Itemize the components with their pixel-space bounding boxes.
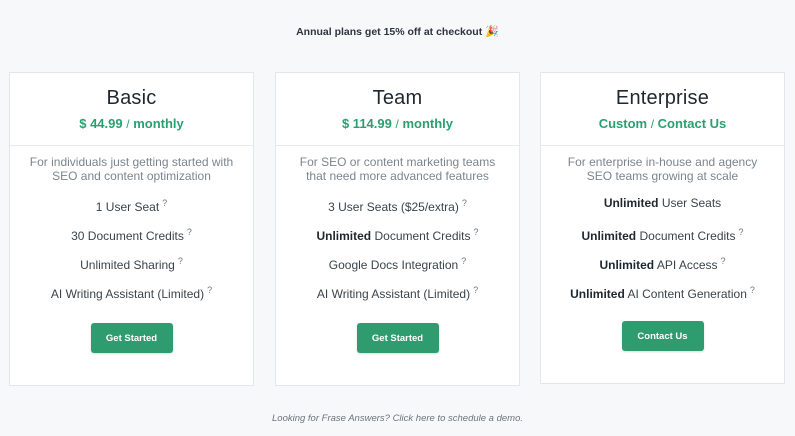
help-icon[interactable]: ?: [750, 285, 755, 295]
feature-item: Unlimited AI Content Generation?: [541, 280, 784, 309]
divider: [276, 145, 519, 146]
plan-price: Custom / Contact Us: [541, 116, 784, 131]
feature-list: 3 User Seats ($25/extra)? Unlimited Docu…: [276, 193, 519, 309]
feature-bold: Unlimited: [603, 196, 659, 210]
plan-description: For individuals just getting started wit…: [29, 155, 234, 183]
feature-item: 3 User Seats ($25/extra)?: [276, 193, 519, 222]
help-icon[interactable]: ?: [721, 256, 726, 266]
feature-bold: Unlimited: [316, 229, 372, 243]
feature-item: 30 Document Credits?: [10, 222, 253, 251]
divider: [10, 145, 253, 146]
plan-card-basic: Basic $ 44.99 / monthly For individuals …: [9, 72, 254, 386]
feature-text: 1 User Seat: [95, 200, 160, 214]
help-icon[interactable]: ?: [461, 256, 466, 266]
plan-name: Enterprise: [615, 87, 710, 109]
feature-text: API Access: [654, 258, 718, 272]
feature-text: 3 User Seats ($25/extra): [328, 200, 459, 214]
help-icon[interactable]: ?: [739, 227, 744, 237]
plan-name: Team: [372, 87, 423, 109]
feature-list: 1 User Seat? 30 Document Credits? Unlimi…: [10, 193, 253, 309]
feature-text: Google Docs Integration: [328, 258, 459, 272]
feature-item: AI Writing Assistant (Limited)?: [10, 280, 253, 309]
contact-us-button[interactable]: Contact Us: [621, 321, 704, 351]
divider: [541, 145, 784, 146]
help-icon[interactable]: ?: [178, 256, 183, 266]
price-period: monthly: [133, 116, 184, 131]
feature-item: Google Docs Integration?: [276, 251, 519, 280]
feature-text: Unlimited Sharing: [80, 258, 175, 272]
plan-card-team: Team $ 114.99 / monthly For SEO or conte…: [275, 72, 520, 386]
feature-text: User Seats: [658, 196, 722, 210]
feature-bold: Unlimited: [570, 287, 625, 301]
feature-item: Unlimited Document Credits?: [276, 222, 519, 251]
feature-item: 1 User Seat?: [10, 193, 253, 222]
feature-bold: Unlimited: [581, 229, 637, 243]
help-icon[interactable]: ?: [474, 227, 479, 237]
help-icon[interactable]: ?: [473, 285, 478, 295]
price-separator: /: [395, 117, 399, 131]
party-popper-icon: 🎉: [485, 26, 499, 38]
get-started-button[interactable]: Get Started: [90, 323, 173, 353]
feature-item: Unlimited Document Credits?: [541, 222, 784, 251]
plan-description: For SEO or content marketing teams that …: [299, 155, 496, 183]
price-period: Contact Us: [657, 116, 727, 131]
help-icon[interactable]: ?: [207, 285, 212, 295]
price-period: monthly: [402, 116, 454, 131]
feature-text: AI Writing Assistant (Limited): [316, 287, 471, 301]
feature-text: Document Credits: [371, 229, 471, 243]
help-icon[interactable]: ?: [462, 198, 467, 208]
price-amount: Custom: [598, 116, 648, 131]
get-started-button[interactable]: Get Started: [356, 323, 439, 353]
price-separator: /: [650, 117, 655, 131]
price-amount: $ 114.99: [341, 116, 392, 131]
feature-list: Unlimited User Seats Unlimited Document …: [541, 193, 784, 309]
plan-card-enterprise: Enterprise Custom / Contact Us For enter…: [540, 72, 785, 384]
plan-price: $ 44.99 / monthly: [10, 116, 253, 131]
plan-price: $ 114.99 / monthly: [276, 116, 519, 131]
price-separator: /: [126, 117, 130, 131]
help-icon[interactable]: ?: [162, 198, 167, 208]
feature-text: AI Content Generation: [624, 287, 747, 301]
schedule-demo-link[interactable]: Looking for Frase Answers? Click here to…: [0, 413, 795, 424]
annual-discount-banner: Annual plans get 15% off at checkout 🎉: [0, 25, 795, 38]
help-icon[interactable]: ?: [187, 227, 192, 237]
plan-name: Basic: [106, 87, 157, 109]
feature-bold: Unlimited: [599, 258, 655, 272]
feature-text: AI Writing Assistant (Limited): [50, 287, 205, 301]
price-amount: $ 44.99: [79, 116, 123, 131]
feature-item: AI Writing Assistant (Limited)?: [276, 280, 519, 309]
feature-item: Unlimited Sharing?: [10, 251, 253, 280]
plan-description: For enterprise in-house and agency SEO t…: [567, 155, 758, 183]
feature-text: 30 Document Credits: [71, 229, 184, 243]
feature-item: Unlimited User Seats: [541, 193, 784, 222]
banner-text: Annual plans get 15% off at checkout: [296, 26, 483, 38]
feature-text: Document Credits: [636, 229, 736, 243]
feature-item: Unlimited API Access?: [541, 251, 784, 280]
